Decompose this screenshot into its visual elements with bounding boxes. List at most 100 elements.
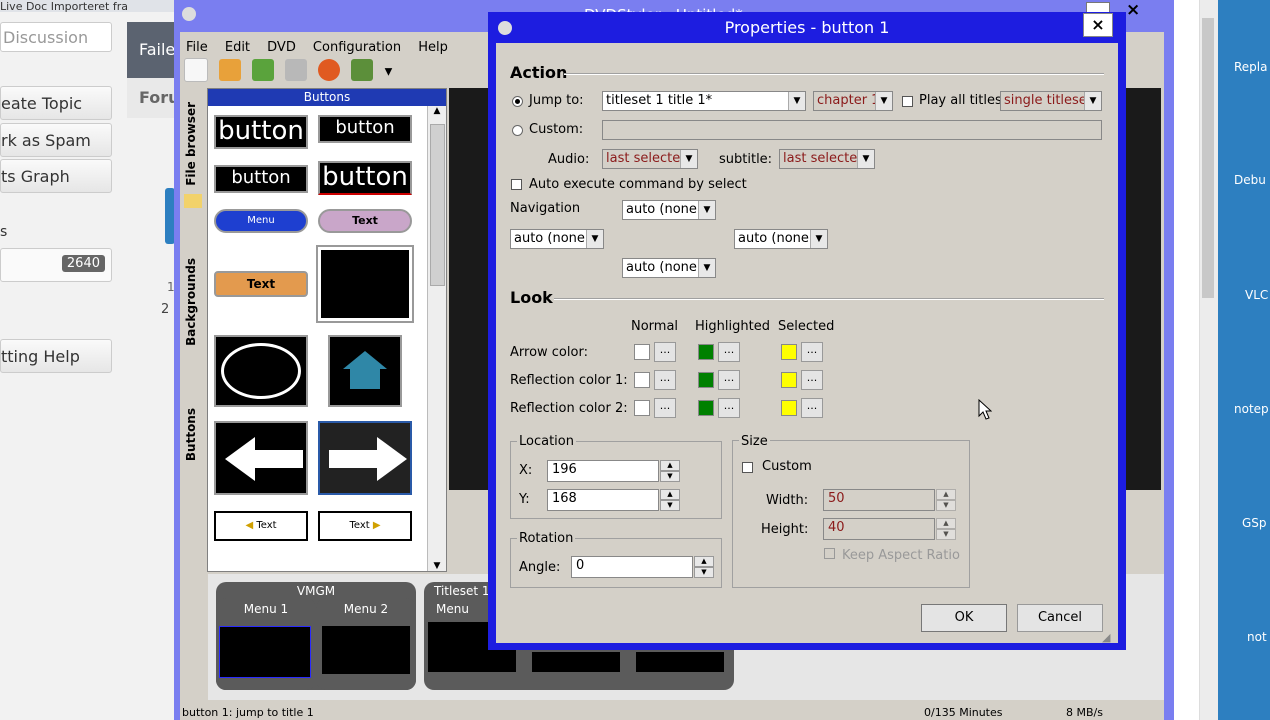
new-file-icon[interactable] [184, 58, 208, 82]
menu-dvd[interactable]: DVD [267, 40, 296, 55]
settings-wrench-icon[interactable] [285, 59, 308, 81]
resize-grip-icon[interactable]: ◢ [1102, 631, 1110, 644]
scroll-down-icon[interactable]: ▼ [428, 561, 446, 571]
stepper-down-icon[interactable]: ▼ [660, 471, 680, 482]
stepper-down-icon[interactable]: ▼ [660, 500, 680, 511]
add-file-icon[interactable] [351, 59, 374, 81]
arrow-normal-picker-button[interactable]: ... [654, 342, 676, 362]
sidebar-item-notepad[interactable]: notep [1234, 402, 1269, 416]
sidebar-item-not[interactable]: not [1247, 630, 1267, 644]
button-thumb-3[interactable]: button [214, 165, 308, 193]
refl2-highlighted-picker-button[interactable]: ... [718, 398, 740, 418]
custom-size-checkbox[interactable] [742, 462, 753, 473]
button-thumb-2[interactable]: button [318, 115, 412, 143]
refl1-highlighted-picker-button[interactable]: ... [718, 370, 740, 390]
height-stepper[interactable]: ▲ ▼ [936, 518, 956, 540]
y-stepper[interactable]: ▲ ▼ [660, 489, 680, 511]
ok-button[interactable]: OK [921, 604, 1007, 632]
arrow-text-thumb-1[interactable]: ◀ Text [214, 511, 308, 541]
refl2-selected-picker-button[interactable]: ... [801, 398, 823, 418]
tab-backgrounds[interactable]: Backgrounds [184, 258, 198, 346]
menu-configuration[interactable]: Configuration [313, 40, 401, 55]
stepper-up-icon[interactable]: ▲ [660, 460, 680, 471]
jump-to-radio[interactable] [512, 96, 523, 107]
nav-left-select[interactable]: auto (none) ▼ [510, 229, 604, 249]
nav-down-select[interactable]: auto (none) ▼ [622, 258, 716, 278]
failed-tab[interactable]: Faile [127, 22, 180, 78]
custom-command-input[interactable] [602, 120, 1102, 140]
scroll-thumb[interactable] [1202, 18, 1214, 298]
menu-file[interactable]: File [186, 40, 208, 55]
dialog-close-button[interactable]: × [1083, 13, 1113, 37]
keep-aspect-checkbox[interactable] [824, 548, 835, 559]
close-icon[interactable]: × [1126, 0, 1140, 20]
create-topic-button[interactable]: eate Topic [0, 86, 112, 120]
custom-radio[interactable] [512, 125, 523, 136]
scroll-up-icon[interactable]: ▲ [428, 106, 446, 116]
x-input[interactable]: 196 [547, 460, 659, 482]
subtitle-select[interactable]: last selected ▼ [779, 149, 875, 169]
refl1-normal-picker-button[interactable]: ... [654, 370, 676, 390]
button-thumb-menu[interactable]: Menu [214, 209, 308, 233]
arrow-text-thumb-2[interactable]: Text ▶ [318, 511, 412, 541]
save-icon[interactable] [252, 59, 275, 81]
forum-tab[interactable]: Foru [127, 78, 180, 118]
burn-icon[interactable] [318, 59, 341, 81]
sidebar-item-replace[interactable]: Repla [1234, 60, 1268, 74]
stepper-down-icon[interactable]: ▼ [936, 529, 956, 540]
angle-stepper[interactable]: ▲ ▼ [694, 556, 714, 578]
x-stepper[interactable]: ▲ ▼ [660, 460, 680, 482]
open-folder-icon[interactable] [219, 59, 242, 81]
button-thumb-text-pink[interactable]: Text [318, 209, 412, 233]
stepper-down-icon[interactable]: ▼ [936, 500, 956, 511]
sidebar-item-vlc[interactable]: VLC [1245, 288, 1268, 302]
stepper-up-icon[interactable]: ▲ [660, 489, 680, 500]
sidebar-item-gsp[interactable]: GSp [1242, 516, 1267, 530]
menu-edit[interactable]: Edit [225, 40, 250, 55]
mark-as-spam-button[interactable]: rk as Spam [0, 123, 112, 157]
right-scrollbar[interactable] [1199, 0, 1218, 720]
palette-scroll-thumb[interactable] [430, 124, 445, 286]
width-stepper[interactable]: ▲ ▼ [936, 489, 956, 511]
count-row[interactable]: 2640 [0, 248, 112, 282]
height-input[interactable]: 40 [823, 518, 935, 540]
graph-button[interactable]: ts Graph [0, 159, 112, 193]
stepper-down-icon[interactable]: ▼ [694, 567, 714, 578]
home-icon[interactable] [328, 335, 402, 407]
left-arrow-thumb[interactable] [214, 421, 308, 495]
y-input[interactable]: 168 [547, 489, 659, 511]
stepper-up-icon[interactable]: ▲ [936, 518, 956, 529]
menu-card-2[interactable]: Menu 2 [316, 598, 416, 690]
tab-file-browser[interactable]: File browser [184, 102, 198, 186]
button-thumb-1[interactable]: button [214, 115, 308, 149]
refl1-selected-picker-button[interactable]: ... [801, 370, 823, 390]
play-all-titles-checkbox[interactable] [902, 96, 913, 107]
refl2-normal-picker-button[interactable]: ... [654, 398, 676, 418]
button-thumb-4[interactable]: button [318, 161, 412, 195]
right-arrow-thumb[interactable] [318, 421, 412, 495]
jump-target-select[interactable]: titleset 1 title 1* ▼ [602, 91, 806, 111]
menu-help[interactable]: Help [418, 40, 448, 55]
ellipse-thumb[interactable] [214, 335, 308, 407]
stepper-up-icon[interactable]: ▲ [936, 489, 956, 500]
menu-card-1[interactable]: Menu 1 [216, 598, 316, 690]
cancel-button[interactable]: Cancel [1017, 604, 1103, 632]
nav-right-select[interactable]: auto (none) ▼ [734, 229, 828, 249]
angle-input[interactable]: 0 [571, 556, 693, 578]
sidebar-item-debug[interactable]: Debu [1234, 173, 1266, 187]
width-input[interactable]: 50 [823, 489, 935, 511]
titleset-mode-select[interactable]: single titleset ▼ [1000, 91, 1102, 111]
arrow-highlighted-picker-button[interactable]: ... [718, 342, 740, 362]
auto-execute-checkbox[interactable] [511, 179, 522, 190]
discussion-search-input[interactable]: Discussion [0, 22, 112, 52]
palette-scrollbar[interactable]: ▲ ▼ [427, 106, 446, 571]
chapter-select[interactable]: chapter 1 ▼ [813, 91, 893, 111]
dropdown-arrow-icon[interactable]: ▼ [385, 67, 393, 78]
nav-up-select[interactable]: auto (none) ▼ [622, 200, 716, 220]
tab-buttons[interactable]: Buttons [184, 408, 198, 461]
arrow-selected-picker-button[interactable]: ... [801, 342, 823, 362]
button-thumb-text-orange[interactable]: Text [214, 271, 308, 297]
getting-help-button[interactable]: tting Help [0, 339, 112, 373]
stepper-up-icon[interactable]: ▲ [694, 556, 714, 567]
audio-select[interactable]: last selected ▼ [602, 149, 698, 169]
